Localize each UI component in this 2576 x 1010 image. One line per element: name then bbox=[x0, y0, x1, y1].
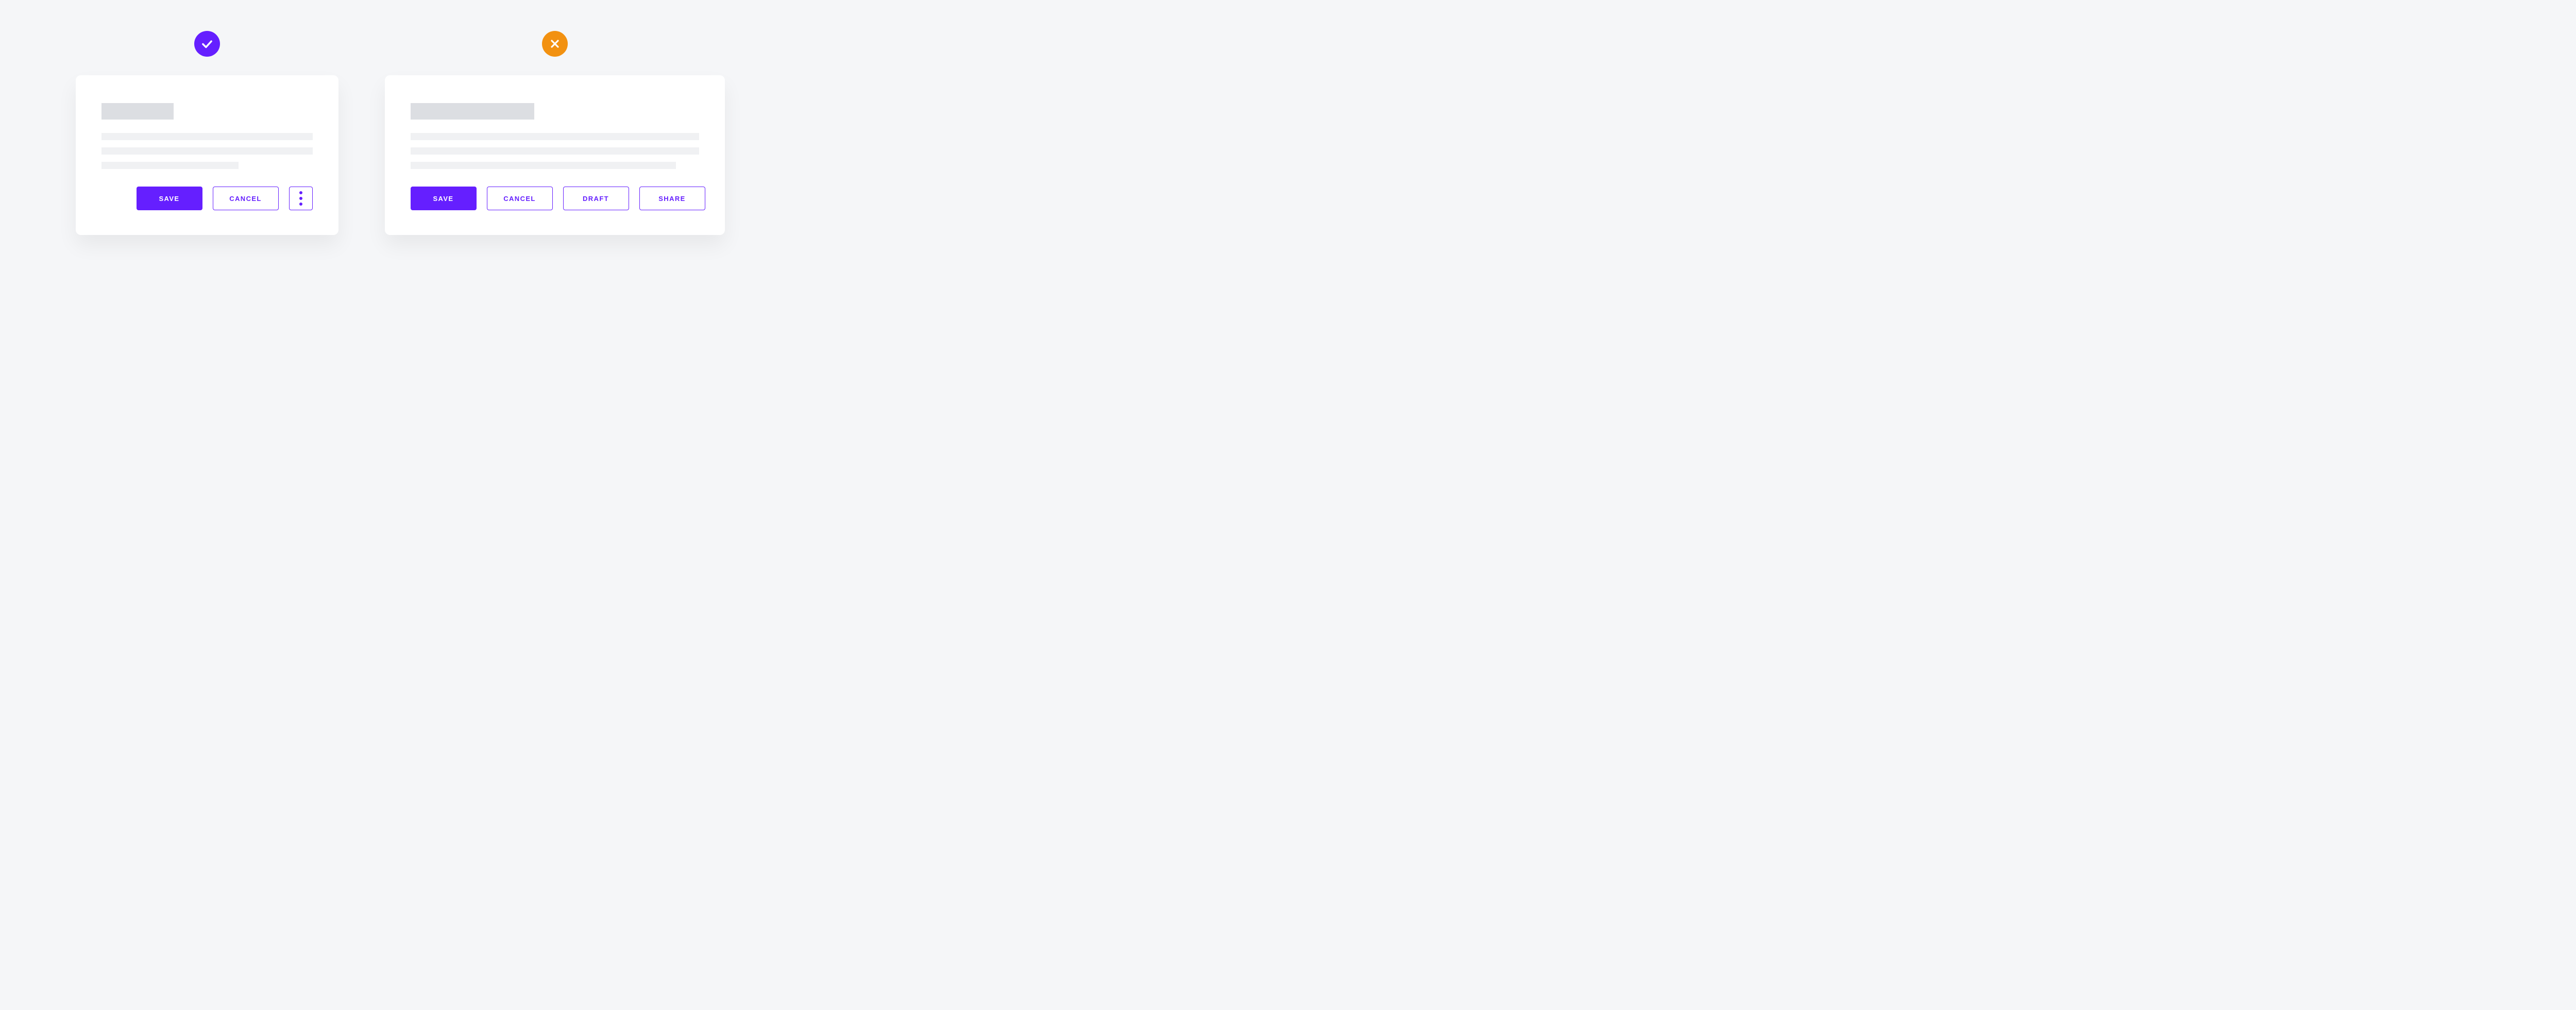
check-icon bbox=[200, 37, 214, 50]
cancel-button[interactable]: CANCEL bbox=[487, 187, 553, 210]
save-button[interactable]: SAVE bbox=[411, 187, 477, 210]
placeholder-title bbox=[101, 103, 174, 120]
draft-button[interactable]: DRAFT bbox=[563, 187, 629, 210]
placeholder-line bbox=[411, 133, 699, 140]
more-actions-button[interactable] bbox=[289, 187, 313, 210]
do-card: SAVE CANCEL bbox=[76, 75, 338, 235]
save-button[interactable]: SAVE bbox=[137, 187, 202, 210]
do-actions: SAVE CANCEL bbox=[101, 187, 313, 210]
placeholder-line bbox=[101, 133, 313, 140]
dont-actions: SAVE CANCEL DRAFT SHARE bbox=[411, 187, 699, 210]
close-icon bbox=[549, 38, 561, 50]
placeholder-line bbox=[101, 147, 313, 155]
share-button[interactable]: SHARE bbox=[639, 187, 705, 210]
placeholder-line bbox=[101, 162, 239, 169]
placeholder-line bbox=[411, 147, 699, 155]
do-example: SAVE CANCEL bbox=[76, 31, 338, 235]
cancel-button[interactable]: CANCEL bbox=[213, 187, 279, 210]
placeholder-line bbox=[411, 162, 676, 169]
dont-example: SAVE CANCEL DRAFT SHARE bbox=[385, 31, 725, 235]
more-vertical-icon bbox=[299, 191, 302, 206]
do-badge bbox=[194, 31, 220, 57]
dont-badge bbox=[542, 31, 568, 57]
dont-card: SAVE CANCEL DRAFT SHARE bbox=[385, 75, 725, 235]
placeholder-title bbox=[411, 103, 534, 120]
